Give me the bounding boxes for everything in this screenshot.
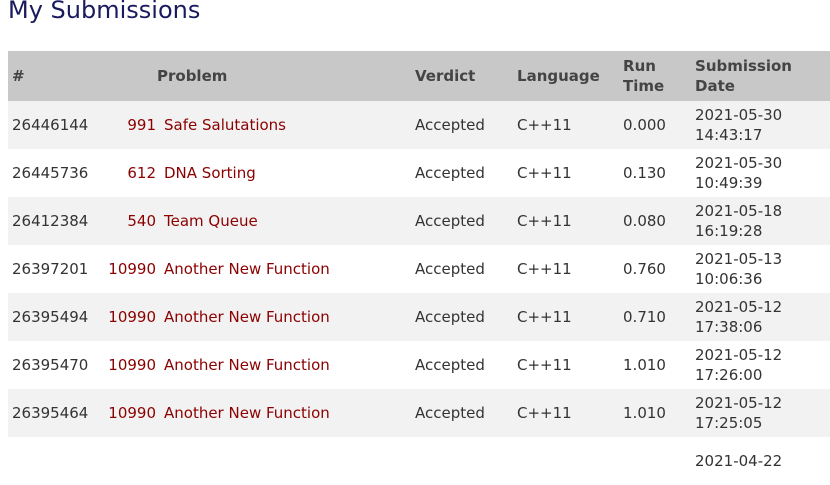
submission-date-cell: 2021-05-12 17:25:05 bbox=[691, 389, 830, 437]
problem-number-link[interactable]: 612 bbox=[127, 164, 156, 182]
table-row: 26446144 991 Safe Salutations Accepted C++11… bbox=[8, 101, 830, 149]
submissions-table: # Problem Verdict Language Run Time Subm… bbox=[8, 51, 830, 485]
run-time: 0.710 bbox=[623, 308, 666, 326]
verdict: Accepted bbox=[415, 260, 485, 278]
submission-date: 2021-05-12 bbox=[695, 394, 783, 412]
verdict: Accepted bbox=[415, 356, 485, 374]
problem-number-link[interactable]: 10990 bbox=[108, 308, 156, 326]
problem-name-link[interactable]: Another New Function bbox=[164, 308, 330, 326]
table-row: 26395470 10990 Another New Function Accepte… bbox=[8, 341, 830, 389]
page-title: My Submissions bbox=[8, 0, 201, 24]
submission-date-cell: 2021-05-13 10:06:36 bbox=[691, 245, 830, 293]
submission-date: 2021-05-18 bbox=[695, 202, 783, 220]
problem-name-link[interactable]: Another New Function bbox=[164, 404, 330, 422]
language: C++11 bbox=[517, 116, 572, 134]
header-run-time-label: Run Time bbox=[623, 57, 665, 95]
submission-time: 10:06:36 bbox=[695, 270, 763, 288]
table-header-row: # Problem Verdict Language Run Time Subm… bbox=[8, 51, 830, 101]
header-problem[interactable]: Problem bbox=[104, 51, 411, 101]
submission-id: 26395464 bbox=[12, 404, 89, 422]
verdict: Accepted bbox=[415, 212, 485, 230]
submission-date-cell: 2021-05-30 10:49:39 bbox=[691, 149, 830, 197]
problem-number-link[interactable]: 10990 bbox=[108, 356, 156, 374]
submission-date: 2021-05-12 bbox=[695, 346, 783, 364]
submission-id: 26412384 bbox=[12, 212, 89, 230]
verdict: Accepted bbox=[415, 164, 485, 182]
submission-date-cell: 2021-04-22 bbox=[691, 437, 830, 485]
problem-name-link[interactable]: Team Queue bbox=[164, 212, 258, 230]
submission-date: 2021-05-30 bbox=[695, 106, 783, 124]
problem-number-link[interactable]: 991 bbox=[127, 116, 156, 134]
language: C++11 bbox=[517, 308, 572, 326]
table-row: 26395494 10990 Another New Function Accepte… bbox=[8, 293, 830, 341]
verdict: Accepted bbox=[415, 308, 485, 326]
verdict: Accepted bbox=[415, 404, 485, 422]
header-verdict[interactable]: Verdict bbox=[411, 51, 513, 101]
run-time: 0.080 bbox=[623, 212, 666, 230]
header-language[interactable]: Language bbox=[513, 51, 619, 101]
run-time: 0.000 bbox=[623, 116, 666, 134]
run-time: 0.130 bbox=[623, 164, 666, 182]
language: C++11 bbox=[517, 260, 572, 278]
problem-number-link[interactable]: 540 bbox=[127, 212, 156, 230]
table-row: 26395464 10990 Another New Function Accepte… bbox=[8, 389, 830, 437]
submission-date-cell: 2021-05-18 16:19:28 bbox=[691, 197, 830, 245]
table-row: 26412384 540 Team Queue Accepted C++11 0.080 2… bbox=[8, 197, 830, 245]
problem-name-link[interactable]: Safe Salutations bbox=[164, 116, 286, 134]
table-row: 26397201 10990 Another New Function Accepte… bbox=[8, 245, 830, 293]
submission-id: 26397201 bbox=[12, 260, 89, 278]
submission-date-cell: 2021-05-12 17:26:00 bbox=[691, 341, 830, 389]
run-time: 1.010 bbox=[623, 356, 666, 374]
submission-id: 26445736 bbox=[12, 164, 89, 182]
problem-number-link[interactable]: 10990 bbox=[108, 404, 156, 422]
problem-name-link[interactable]: DNA Sorting bbox=[164, 164, 256, 182]
run-time: 0.760 bbox=[623, 260, 666, 278]
table-row: 26445736 612 DNA Sorting Accepted C++11 0.130… bbox=[8, 149, 830, 197]
submission-date: 2021-05-12 bbox=[695, 298, 783, 316]
submission-time: 16:19:28 bbox=[695, 222, 763, 240]
submission-time: 10:49:39 bbox=[695, 174, 763, 192]
header-submission-date[interactable]: Submission Date bbox=[691, 51, 830, 101]
submission-date-cell: 2021-05-30 14:43:17 bbox=[691, 101, 830, 149]
table-row: 2021-04-22 bbox=[8, 437, 830, 485]
problem-number-link[interactable]: 10990 bbox=[108, 260, 156, 278]
verdict: Accepted bbox=[415, 116, 485, 134]
run-time: 1.010 bbox=[623, 404, 666, 422]
header-run-time[interactable]: Run Time bbox=[619, 51, 691, 101]
submission-time: 17:26:00 bbox=[695, 366, 763, 384]
submission-date: 2021-04-22 bbox=[695, 452, 783, 470]
submission-date-cell: 2021-05-12 17:38:06 bbox=[691, 293, 830, 341]
submission-date: 2021-05-13 bbox=[695, 250, 783, 268]
submission-id: 26395494 bbox=[12, 308, 89, 326]
header-id[interactable]: # bbox=[8, 51, 104, 101]
problem-name-link[interactable]: Another New Function bbox=[164, 260, 330, 278]
submission-date: 2021-05-30 bbox=[695, 154, 783, 172]
submission-time: 17:38:06 bbox=[695, 318, 763, 336]
submission-time: 17:25:05 bbox=[695, 414, 763, 432]
submission-time: 14:43:17 bbox=[695, 126, 763, 144]
submission-id: 26395470 bbox=[12, 356, 89, 374]
problem-name-link[interactable]: Another New Function bbox=[164, 356, 330, 374]
submissions-table-container: # Problem Verdict Language Run Time Subm… bbox=[8, 51, 830, 485]
language: C++11 bbox=[517, 164, 572, 182]
language: C++11 bbox=[517, 212, 572, 230]
submission-id: 26446144 bbox=[12, 116, 89, 134]
language: C++11 bbox=[517, 356, 572, 374]
language: C++11 bbox=[517, 404, 572, 422]
